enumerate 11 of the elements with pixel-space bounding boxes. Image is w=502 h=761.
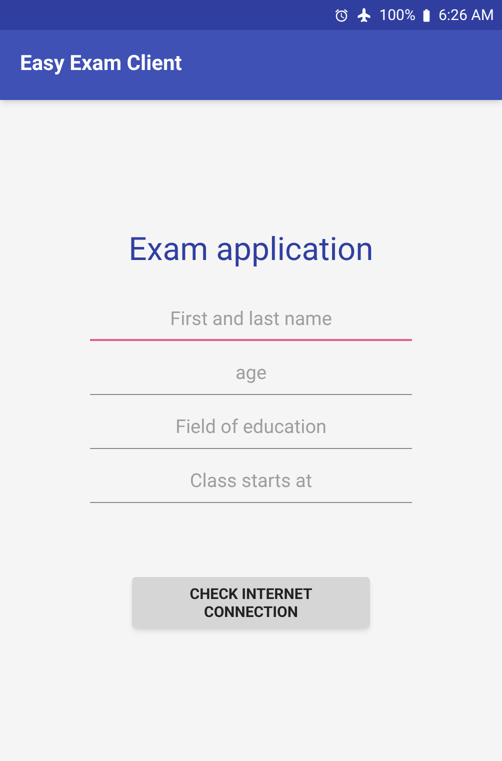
text-field[interactable]: Field of education: [90, 395, 412, 449]
battery-level: 100%: [379, 4, 416, 26]
check-connection-button[interactable]: CHECK INTERNET CONNECTION: [132, 577, 370, 628]
form-heading: Exam application: [128, 229, 374, 270]
clock: 6:26 AM: [438, 4, 494, 26]
alarm-icon: [334, 8, 350, 22]
text-field[interactable]: age: [90, 341, 412, 395]
app-title: Easy Exam Client: [20, 51, 182, 78]
text-field[interactable]: First and last name: [90, 287, 412, 341]
airplane-icon: [357, 8, 372, 22]
text-field[interactable]: Class starts at: [90, 449, 412, 503]
